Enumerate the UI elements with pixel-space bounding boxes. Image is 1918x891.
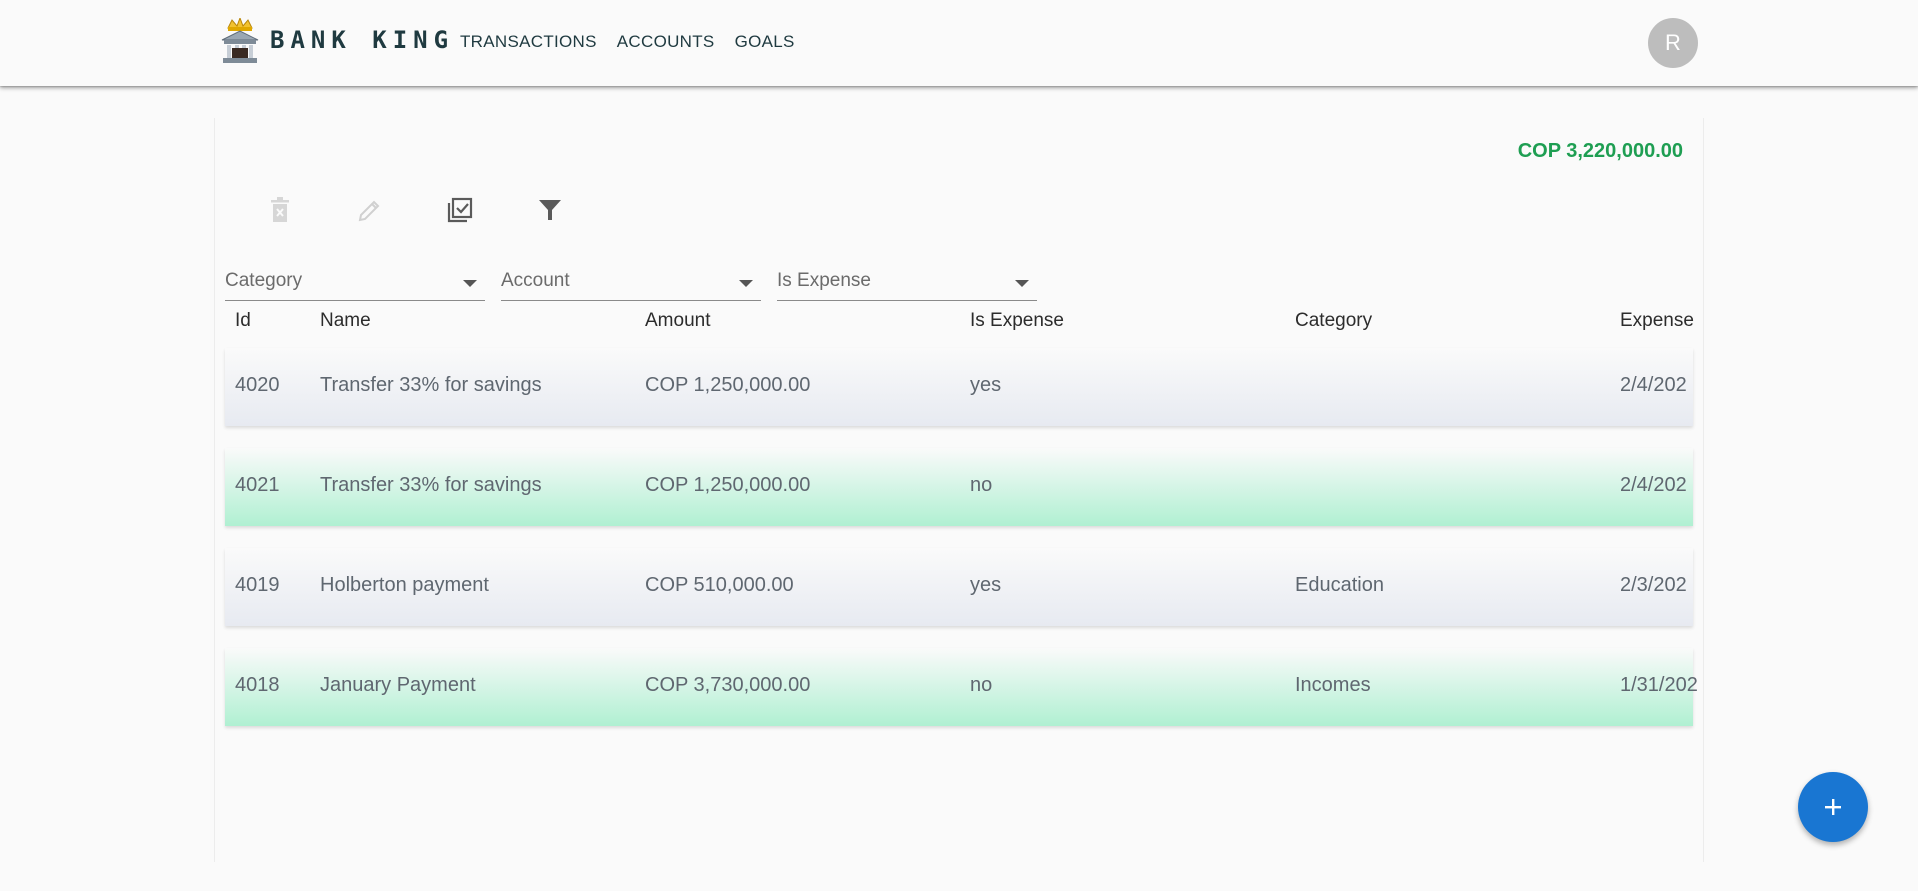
plus-icon <box>1825 799 1841 815</box>
cell-is-expense: no <box>970 474 993 496</box>
cell-date: 2/3/202 <box>1620 574 1687 596</box>
balance-total: COP 3,220,000.00 <box>1517 140 1683 162</box>
cell-id: 4018 <box>235 674 280 696</box>
chevron-down-icon <box>739 280 753 287</box>
column-header-category[interactable]: Category <box>1295 310 1372 332</box>
cell-name: Holberton payment <box>320 574 489 596</box>
chevron-down-icon <box>1015 280 1029 287</box>
column-header-id[interactable]: Id <box>235 310 251 332</box>
nav-transactions[interactable]: TRANSACTIONS <box>450 32 607 52</box>
filter-icon <box>539 200 561 220</box>
edit-icon <box>358 200 380 222</box>
transactions-panel: COP 3,220,000.00 Category Account Is Exp… <box>214 118 1704 862</box>
cell-id: 4019 <box>235 574 280 596</box>
table-row[interactable]: 4021 Transfer 33% for savings COP 1,250,… <box>225 448 1693 526</box>
cell-amount: COP 3,730,000.00 <box>645 674 811 696</box>
account-select[interactable]: Account <box>501 266 761 301</box>
column-header-expense[interactable]: Expense <box>1620 310 1694 332</box>
cell-name: January Payment <box>320 674 476 696</box>
filter-button[interactable] <box>505 188 595 232</box>
cell-date: 2/4/202 <box>1620 374 1687 396</box>
cell-is-expense: yes <box>970 374 1002 396</box>
transactions-table: Id Name Amount Is Expense Category Expen… <box>225 306 1698 726</box>
table-row[interactable]: 4019 Holberton payment COP 510,000.00 ye… <box>225 548 1693 626</box>
cell-id: 4020 <box>235 374 280 396</box>
cell-amount: COP 510,000.00 <box>645 574 794 596</box>
account-select-label: Account <box>501 270 570 291</box>
category-select-label: Category <box>225 270 303 291</box>
cell-category: Incomes <box>1295 674 1371 696</box>
chevron-down-icon <box>463 280 477 287</box>
bank-logo-icon[interactable] <box>220 16 260 66</box>
table-row[interactable]: 4018 January Payment COP 3,730,000.00 no… <box>225 648 1698 726</box>
cell-is-expense: no <box>970 674 993 696</box>
table-header: Id Name Amount Is Expense Category Expen… <box>225 306 1694 342</box>
cell-name: Transfer 33% for savings <box>320 474 542 496</box>
app-bar: BANK KING TRANSACTIONS ACCOUNTS GOALS R <box>0 0 1918 86</box>
column-header-name[interactable]: Name <box>320 310 371 332</box>
select-all-icon <box>447 197 473 223</box>
add-transaction-button[interactable] <box>1798 772 1868 842</box>
category-select[interactable]: Category <box>225 266 485 301</box>
delete-icon <box>271 197 289 222</box>
column-header-amount[interactable]: Amount <box>645 310 710 332</box>
table-row[interactable]: 4020 Transfer 33% for savings COP 1,250,… <box>225 348 1693 426</box>
filter-bar: Category Account Is Expense <box>225 266 1037 301</box>
nav-goals[interactable]: GOALS <box>725 32 805 52</box>
brand-name[interactable]: BANK KING <box>270 26 454 54</box>
is-expense-select[interactable]: Is Expense <box>777 266 1037 301</box>
nav-accounts[interactable]: ACCOUNTS <box>607 32 725 52</box>
cell-name: Transfer 33% for savings <box>320 374 542 396</box>
cell-date: 1/31/202 <box>1620 674 1698 696</box>
delete-button[interactable] <box>235 188 325 232</box>
is-expense-select-label: Is Expense <box>777 270 871 291</box>
cell-date: 2/4/202 <box>1620 474 1687 496</box>
user-avatar[interactable]: R <box>1648 18 1698 68</box>
edit-button[interactable] <box>325 188 415 232</box>
cell-amount: COP 1,250,000.00 <box>645 374 811 396</box>
cell-id: 4021 <box>235 474 280 496</box>
cell-is-expense: yes <box>970 574 1002 596</box>
cell-category: Education <box>1295 574 1384 596</box>
table-toolbar <box>235 188 595 232</box>
column-header-is-expense[interactable]: Is Expense <box>970 310 1064 332</box>
main-nav: TRANSACTIONS ACCOUNTS GOALS <box>450 32 805 52</box>
select-all-button[interactable] <box>415 188 505 232</box>
cell-amount: COP 1,250,000.00 <box>645 474 811 496</box>
